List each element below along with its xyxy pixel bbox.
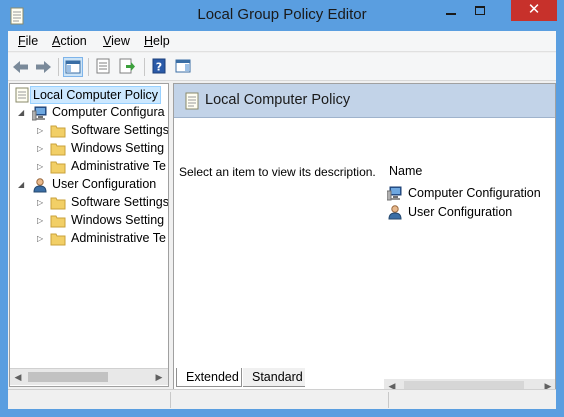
collapsed-arrow-icon[interactable]: ▷ [37,145,45,153]
menu-view[interactable]: View [103,34,130,48]
details-pane: Local Computer Policy Select an item to … [173,83,556,391]
folder-icon [50,233,66,246]
menu-action[interactable]: Action [52,34,87,48]
folder-icon [50,161,66,174]
policy-document-icon [15,87,29,103]
list-item-label: Computer Configuration [408,186,541,200]
tree-item-label: Windows Setting [71,213,165,227]
menu-file[interactable]: File [18,34,38,48]
tree-item-computer-configuration[interactable]: ◢ Computer Configura [10,104,168,122]
details-header: Local Computer Policy [174,84,555,118]
tree-item-label: Administrative Te [71,231,166,245]
list-item-label: User Configuration [408,205,513,219]
svg-text:?: ? [156,61,162,74]
tree-item-windows-settings[interactable]: ▷ Windows Setting [10,212,168,230]
status-divider [388,392,389,408]
tree-item-label: Software Settings [71,195,169,209]
tree-item-label: Windows Setting [71,141,165,155]
minimize-button[interactable] [437,0,465,21]
close-button[interactable]: ✕ [511,0,557,21]
app-window: Local Group Policy Editor ✕ File Action … [0,0,564,417]
show-hide-console-tree-button[interactable] [63,57,83,77]
menu-bar: File Action View Help [8,31,556,52]
tree-item-label: Administrative Te [71,159,166,173]
tree-item-local-computer-policy[interactable]: Local Computer Policy [10,86,168,104]
description-text: Select an item to view its description. [179,165,376,179]
computer-icon [387,186,402,201]
status-bar [8,389,556,409]
scroll-left-icon[interactable]: ◀ [12,371,24,383]
menu-help[interactable]: Help [144,34,170,48]
help-button[interactable]: ? [150,57,170,77]
title-bar[interactable]: Local Group Policy Editor ✕ [0,0,564,31]
tab-standard[interactable]: Standard [243,368,305,387]
column-header-name[interactable]: Name [389,164,422,178]
toolbar-separator [58,58,59,76]
properties-button[interactable] [94,57,114,77]
tree-item-software-settings[interactable]: ▷ Software Settings [10,194,169,212]
tree-item-software-settings[interactable]: ▷ Software Settings [10,122,169,140]
console-tree[interactable]: Local Computer Policy ◢ Computer Configu… [9,83,169,387]
toolbar-separator [144,58,145,76]
expanded-arrow-icon[interactable]: ◢ [18,181,26,189]
computer-icon [32,106,47,121]
folder-icon [50,143,66,156]
collapsed-arrow-icon[interactable]: ▷ [37,199,45,207]
maximize-icon [475,6,485,15]
tree-item-label: Computer Configura [52,105,165,119]
view-tabs: Extended Standard [173,368,556,388]
tab-extended[interactable]: Extended [176,368,242,387]
forward-arrow-icon [36,61,51,73]
tree-item-label: User Configuration [52,177,157,191]
back-arrow-icon [13,61,28,73]
client-area: File Action View Help ? Local Computer P… [8,31,556,409]
minimize-icon [446,13,456,15]
details-title: Local Computer Policy [205,92,351,108]
show-hide-console-tree-icon [65,60,81,74]
status-divider [170,392,171,408]
tree-item-windows-settings[interactable]: ▷ Windows Setting [10,140,168,158]
tree-item-label: Software Settings [71,123,169,137]
scroll-right-icon[interactable]: ▶ [153,371,165,383]
forward-button[interactable] [33,57,53,77]
user-icon [388,205,402,220]
collapsed-arrow-icon[interactable]: ▷ [37,127,45,135]
collapsed-arrow-icon[interactable]: ▷ [37,235,45,243]
folder-icon [50,197,66,210]
collapsed-arrow-icon[interactable]: ▷ [37,217,45,225]
toolbar: ? [8,53,556,81]
tree-item-administrative-templates[interactable]: ▷ Administrative Te [10,230,168,248]
policy-document-icon [185,92,199,110]
folder-icon [50,125,66,138]
collapsed-arrow-icon[interactable]: ▷ [37,163,45,171]
export-list-icon [119,58,135,74]
close-icon: ✕ [527,1,541,18]
export-list-button[interactable] [118,57,138,77]
expanded-arrow-icon[interactable]: ◢ [18,109,26,117]
folder-icon [50,215,66,228]
tree-item-label: Local Computer Policy [30,86,162,104]
back-button[interactable] [11,57,31,77]
tree-item-administrative-templates[interactable]: ▷ Administrative Te [10,158,168,176]
properties-icon [96,58,110,74]
show-hide-action-pane-button[interactable] [174,57,194,77]
toolbar-separator [88,58,89,76]
show-hide-action-pane-icon [175,59,191,73]
maximize-button[interactable] [466,0,493,21]
tree-horizontal-scrollbar[interactable]: ◀ ▶ [10,368,168,385]
tree-item-user-configuration[interactable]: ◢ User Configuration [10,176,168,194]
help-icon: ? [152,58,166,74]
user-icon [33,178,47,193]
scrollbar-thumb[interactable] [28,372,108,382]
